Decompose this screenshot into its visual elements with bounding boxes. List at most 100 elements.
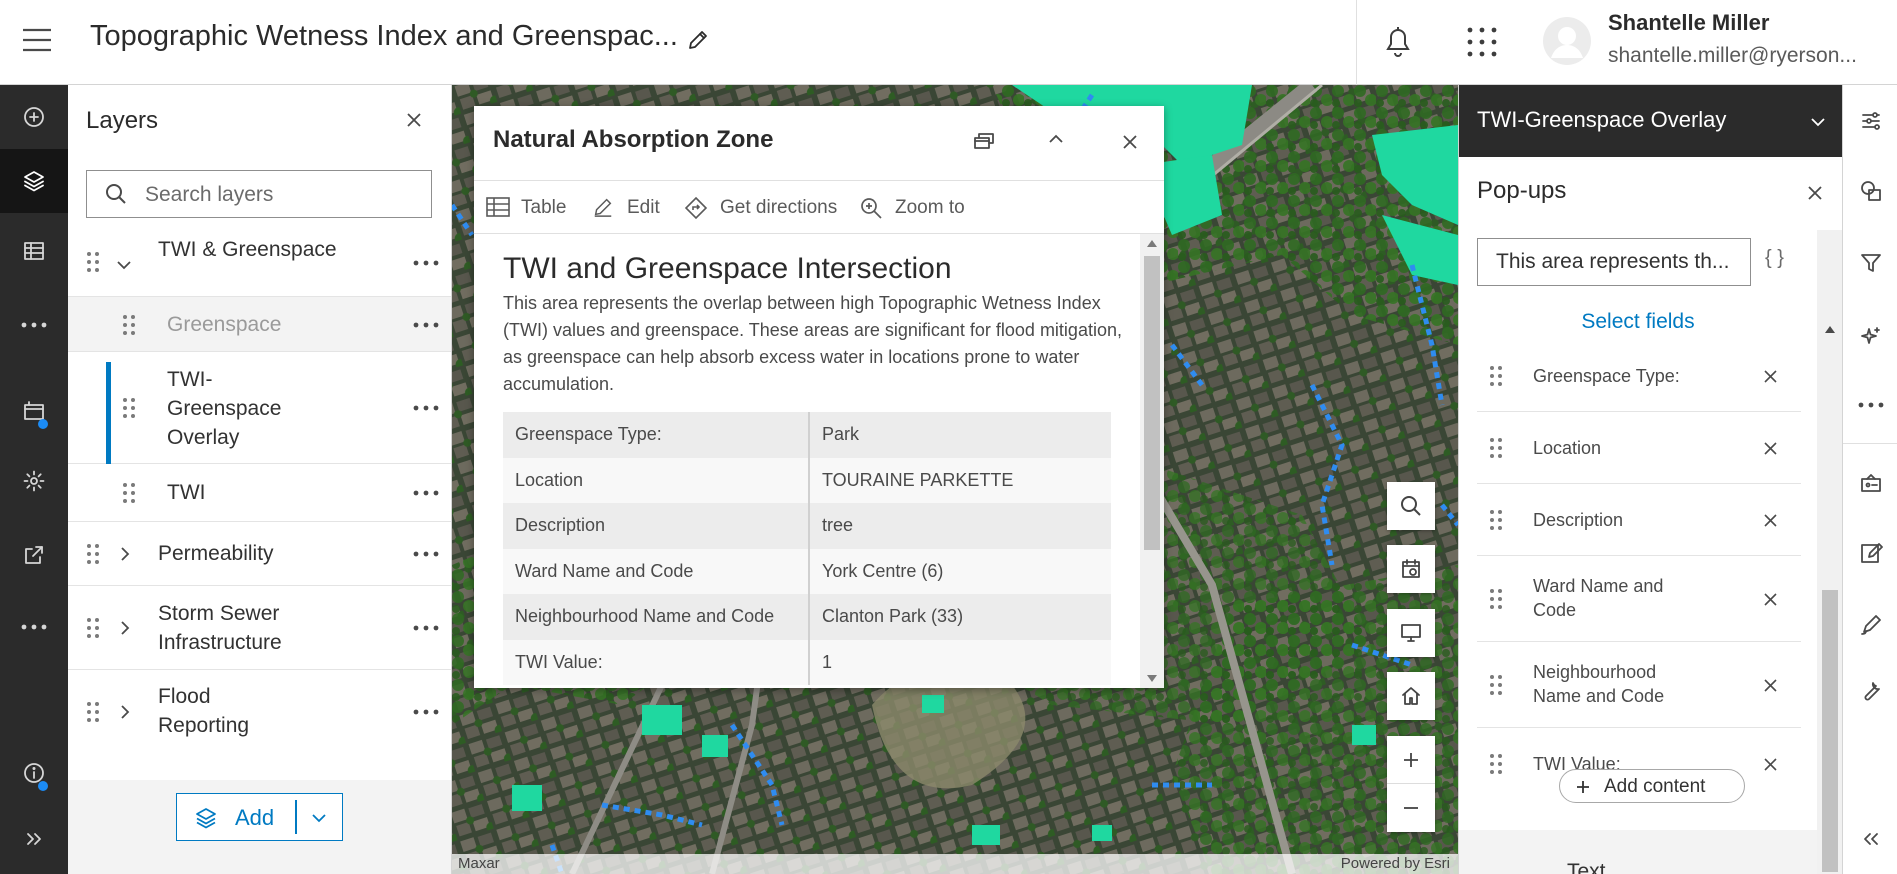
- share-icon[interactable]: [0, 523, 68, 587]
- info-icon[interactable]: [0, 741, 68, 805]
- scrollbar-thumb[interactable]: [1822, 590, 1838, 872]
- scrollbar-thumb[interactable]: [1144, 256, 1160, 550]
- layer-selector-header[interactable]: TWI-Greenspace Overlay: [1459, 85, 1843, 157]
- tables-icon[interactable]: [0, 219, 68, 283]
- map-basemap-globe-icon[interactable]: [1387, 545, 1435, 593]
- layer-options-dots-icon[interactable]: [413, 551, 439, 557]
- add-layer-button[interactable]: Add: [176, 793, 343, 841]
- drag-handle-icon[interactable]: [122, 314, 136, 336]
- table-action[interactable]: Table: [486, 197, 566, 219]
- chevron-right-icon[interactable]: [120, 547, 130, 561]
- edit-action[interactable]: Edit: [591, 197, 660, 219]
- user-email[interactable]: shantelle.miller@ryerson...: [1608, 44, 1857, 68]
- map-search-icon[interactable]: [1387, 482, 1435, 530]
- drag-handle-icon[interactable]: [1489, 588, 1503, 610]
- user-name[interactable]: Shantelle Miller: [1608, 10, 1769, 36]
- popup-scrollbar[interactable]: [1140, 234, 1164, 688]
- remove-field-x-icon[interactable]: [1764, 442, 1777, 455]
- field-row[interactable]: Neighbourhood Name and Code: [1477, 642, 1801, 728]
- attribution-esri[interactable]: Powered by Esri: [1341, 855, 1450, 872]
- layer-group-storm-sewer[interactable]: Storm Sewer Infrastructure: [68, 586, 451, 670]
- layer-search-input[interactable]: Search layers: [86, 170, 432, 218]
- add-dropdown-chevron-icon[interactable]: [312, 813, 326, 823]
- more-actions-dots-icon[interactable]: [0, 607, 68, 647]
- sketch-pen-icon[interactable]: [1843, 525, 1897, 581]
- drag-handle-icon[interactable]: [1489, 437, 1503, 459]
- chevron-right-icon[interactable]: [120, 705, 130, 719]
- drag-handle-icon[interactable]: [1489, 753, 1503, 775]
- chevron-down-icon[interactable]: [117, 260, 131, 270]
- add-content-button[interactable]: Add content: [1559, 769, 1745, 803]
- field-row[interactable]: Ward Name and Code: [1477, 556, 1801, 642]
- drag-handle-icon[interactable]: [86, 251, 100, 273]
- menu-icon[interactable]: [22, 28, 52, 52]
- get-directions-action[interactable]: Get directions: [684, 196, 837, 220]
- layer-twi[interactable]: TWI: [68, 464, 451, 522]
- map-fullscreen-monitor-icon[interactable]: [1387, 609, 1435, 657]
- layer-options-dots-icon[interactable]: [413, 405, 439, 411]
- popup-text-input[interactable]: This area represents th...: [1477, 238, 1751, 286]
- configure-popups-icon[interactable]: [1843, 455, 1897, 511]
- drag-handle-icon[interactable]: [1489, 509, 1503, 531]
- drag-handle-icon[interactable]: [1489, 674, 1503, 696]
- layer-options-dots-icon[interactable]: [413, 322, 439, 328]
- filter-funnel-icon[interactable]: [1843, 235, 1897, 291]
- more-dots-icon[interactable]: [1843, 385, 1897, 425]
- edit-title-pencil-icon[interactable]: [686, 28, 710, 52]
- add-layer-plus-icon[interactable]: [0, 85, 68, 149]
- field-row[interactable]: Greenspace Type:: [1477, 340, 1801, 412]
- collapse-chevrons-left-icon[interactable]: [1843, 811, 1897, 867]
- layer-group-permeability[interactable]: Permeability: [68, 522, 451, 586]
- zoom-in-plus-icon[interactable]: [1387, 736, 1435, 784]
- layer-selector-chevron-down-icon[interactable]: [1811, 117, 1825, 127]
- scroll-up-arrow-icon[interactable]: [1147, 240, 1157, 247]
- styles-shapes-icon[interactable]: [1843, 163, 1897, 219]
- dock-popup-icon[interactable]: [972, 128, 996, 152]
- layer-options-dots-icon[interactable]: [413, 625, 439, 631]
- layer-twi-greenspace-overlay[interactable]: TWI-Greenspace Overlay: [68, 352, 451, 472]
- expand-chevrons-icon[interactable]: [0, 807, 68, 871]
- map-home-icon[interactable]: [1387, 672, 1435, 720]
- notification-bell-icon[interactable]: [1382, 24, 1414, 58]
- remove-field-x-icon[interactable]: [1764, 679, 1777, 692]
- drag-handle-icon[interactable]: [122, 397, 136, 419]
- effects-sparkle-icon[interactable]: [1843, 309, 1897, 365]
- config-scrollbar[interactable]: [1817, 230, 1843, 874]
- expression-braces-icon[interactable]: { }: [1765, 247, 1784, 270]
- drag-handle-icon[interactable]: [86, 617, 100, 639]
- scroll-down-arrow-icon[interactable]: [1147, 675, 1157, 682]
- close-layers-icon[interactable]: [405, 111, 423, 129]
- remove-field-x-icon[interactable]: [1764, 758, 1777, 771]
- scroll-up-arrow-icon[interactable]: [1825, 326, 1835, 333]
- field-row[interactable]: Location: [1477, 412, 1801, 484]
- close-popup-icon[interactable]: [1122, 134, 1138, 150]
- remove-field-x-icon[interactable]: [1764, 514, 1777, 527]
- layers-icon[interactable]: [0, 149, 68, 213]
- drag-handle-icon[interactable]: [1489, 365, 1503, 387]
- collapse-chevron-up-icon[interactable]: [1048, 134, 1064, 144]
- layer-greenspace[interactable]: Greenspace: [68, 297, 451, 352]
- more-tools-dots-icon[interactable]: [0, 305, 68, 345]
- layer-options-dots-icon[interactable]: [413, 490, 439, 496]
- layer-group-twi-greenspace[interactable]: TWI & Greenspace: [68, 229, 451, 297]
- select-fields-link[interactable]: Select fields: [1459, 310, 1817, 334]
- close-popups-panel-icon[interactable]: [1807, 185, 1823, 201]
- remove-field-x-icon[interactable]: [1764, 370, 1777, 383]
- app-launcher-icon[interactable]: [1466, 26, 1498, 58]
- layer-options-dots-icon[interactable]: [413, 260, 439, 266]
- drag-handle-icon[interactable]: [86, 701, 100, 723]
- settings-gear-icon[interactable]: [0, 449, 68, 513]
- tools-wrench-icon[interactable]: [1843, 663, 1897, 719]
- layer-group-flood-reporting[interactable]: Flood Reporting: [68, 670, 451, 754]
- user-avatar[interactable]: [1542, 16, 1592, 66]
- drag-handle-icon[interactable]: [86, 543, 100, 565]
- edit-tools-icon[interactable]: [1843, 597, 1897, 653]
- map-properties-icon[interactable]: [0, 379, 68, 443]
- field-row[interactable]: Description: [1477, 484, 1801, 556]
- zoom-out-minus-icon[interactable]: [1387, 784, 1435, 832]
- properties-sliders-icon[interactable]: [1843, 93, 1897, 149]
- chevron-right-icon[interactable]: [120, 621, 130, 635]
- zoom-to-action[interactable]: Zoom to: [859, 197, 965, 219]
- layer-options-dots-icon[interactable]: [413, 709, 439, 715]
- drag-handle-icon[interactable]: [122, 482, 136, 504]
